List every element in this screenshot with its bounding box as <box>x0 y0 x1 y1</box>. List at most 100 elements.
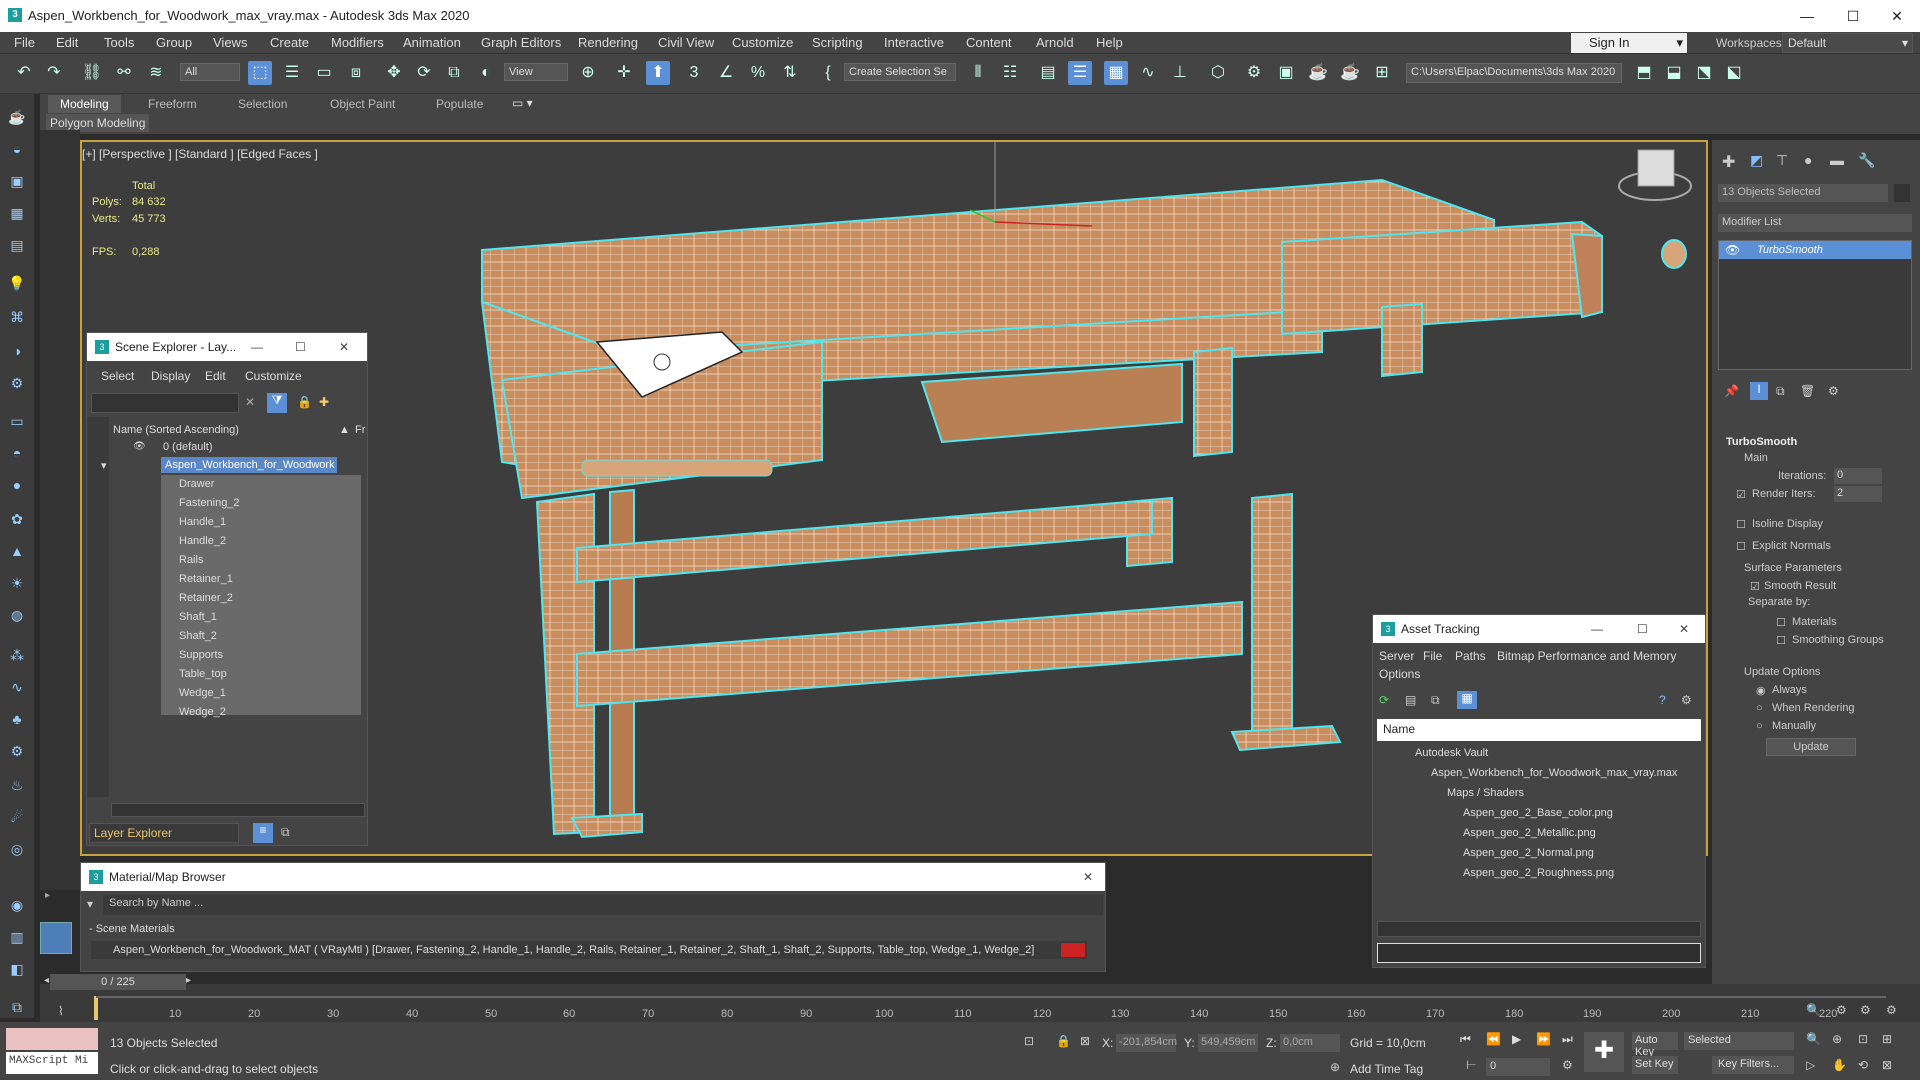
create-system-icon[interactable]: ⚙ <box>6 740 28 762</box>
create-sun-icon[interactable]: ☀ <box>6 572 28 594</box>
bind-space-warp-icon[interactable]: ≋ <box>144 61 168 85</box>
display-tab-icon[interactable]: ▬ <box>1830 152 1844 168</box>
key-mode-toggle-icon[interactable]: ⊢ <box>1466 1058 1476 1072</box>
pin-stack-icon[interactable]: 📌 <box>1724 384 1739 398</box>
minimize-icon[interactable]: — <box>251 333 263 361</box>
create-vray-icon[interactable]: ◎ <box>6 838 28 860</box>
asset-row[interactable]: Aspen_Workbench_for_Woodwork_max_vray.ma… <box>1431 767 1677 779</box>
menu-animation[interactable]: Animation <box>403 35 461 50</box>
frozen-column-header[interactable]: Fr <box>355 424 365 436</box>
utilities-tab-icon[interactable]: 🔧 <box>1858 152 1875 169</box>
menu-modifiers[interactable]: Modifiers <box>331 35 384 50</box>
list-item[interactable]: Shaft_2 <box>179 630 217 642</box>
redo-icon[interactable]: ↷ <box>42 61 66 85</box>
select-by-name-icon[interactable]: ☰ <box>280 61 304 85</box>
menu-help[interactable]: Help <box>1096 35 1123 50</box>
maximize-icon[interactable]: ☐ <box>295 333 306 361</box>
key-selection-dropdown[interactable]: Selected <box>1684 1032 1794 1050</box>
create-grid-icon[interactable]: ▤ <box>6 234 28 256</box>
slider-next-icon[interactable]: ▸ <box>186 975 191 986</box>
menu-file[interactable]: File <box>14 35 35 50</box>
material-row[interactable]: Aspen_Workbench_for_Woodwork_MAT ( VRayM… <box>113 944 1034 956</box>
group-aspen-workbench[interactable]: Aspen_Workbench_for_Woodwork <box>165 459 335 471</box>
edit-named-selection-icon[interactable]: { <box>816 61 840 85</box>
list-item[interactable]: Drawer <box>179 478 214 490</box>
project-create-icon[interactable]: ⬔ <box>1692 61 1716 85</box>
viewport-label[interactable]: [+] [Perspective ] [Standard ] [Edged Fa… <box>82 147 318 161</box>
expand-arrow-icon[interactable]: ▸ <box>45 890 59 904</box>
list-item[interactable]: Fastening_2 <box>179 497 240 509</box>
list-item[interactable]: Handle_2 <box>179 535 226 547</box>
viewport-sphere-icon[interactable]: ◉ <box>6 894 28 916</box>
asset-tracking-titlebar[interactable]: 3 Asset Tracking — ☐ ✕ <box>1373 615 1705 643</box>
list-item[interactable]: Table_top <box>179 668 227 680</box>
current-frame-field[interactable]: 0 <box>1486 1058 1550 1076</box>
create-light-icon[interactable]: 💡 <box>6 272 28 294</box>
slider-prev-icon[interactable]: ◂ <box>44 975 49 986</box>
previous-frame-icon[interactable]: ⏪ <box>1486 1032 1501 1046</box>
close-icon[interactable]: ✕ <box>339 333 349 361</box>
auto-key-button[interactable]: Auto Key <box>1632 1032 1678 1058</box>
manually-radio[interactable]: ○ <box>1756 720 1763 732</box>
asset-name-column-header[interactable]: Name <box>1377 719 1701 741</box>
material-browser-titlebar[interactable]: 3 Material/Map Browser ✕ <box>81 863 1105 891</box>
mirror-icon[interactable]: ⫴ <box>966 61 990 85</box>
close-icon[interactable]: ✕ <box>1679 615 1689 643</box>
remove-modifier-icon[interactable]: 🗑 <box>1800 384 1815 398</box>
rotate-icon[interactable]: ⟳ <box>412 61 436 85</box>
align-icon[interactable]: ☷ <box>998 61 1022 85</box>
list-item[interactable]: Wedge_1 <box>179 687 226 699</box>
create-torus-icon[interactable]: ◓ <box>6 442 28 464</box>
scene-explorer-menu-display[interactable]: Display <box>151 369 190 383</box>
asset-menu-options[interactable]: Options <box>1379 667 1420 681</box>
smooth-result-checkbox[interactable]: ☑ <box>1750 580 1760 593</box>
select-object-icon[interactable]: ⬚ <box>248 61 272 85</box>
link-icon[interactable]: ⛓ <box>80 61 104 85</box>
timeline[interactable] <box>40 984 1920 1024</box>
update-button[interactable]: Update <box>1766 738 1856 756</box>
render-iters-spinner[interactable]: 2 <box>1834 486 1882 502</box>
close-icon[interactable]: ✕ <box>1083 863 1093 891</box>
menu-tools[interactable]: Tools <box>104 35 134 50</box>
pan-icon[interactable]: ✋ <box>1832 1058 1847 1072</box>
add-time-tag[interactable]: Add Time Tag <box>1350 1062 1423 1076</box>
project-set-icon[interactable]: ⬒ <box>1632 61 1656 85</box>
ribbon-toggle-icon[interactable]: ▦ <box>1104 61 1128 85</box>
ribbon-tab-modeling[interactable]: Modeling <box>48 95 121 113</box>
scene-explorer-menu-customize[interactable]: Customize <box>245 369 302 383</box>
layers-icon[interactable]: ≡ <box>253 823 273 843</box>
refresh-icon[interactable]: ⟳ <box>1379 693 1389 707</box>
close-button[interactable]: ✕ <box>1874 0 1920 32</box>
collapse-arrow-icon[interactable]: ▾ <box>101 459 107 472</box>
minimize-button[interactable]: — <box>1784 0 1830 32</box>
asset-menu-server[interactable]: Server <box>1379 649 1414 663</box>
render-setup-icon[interactable]: ⚙ <box>1242 61 1266 85</box>
track-bar[interactable] <box>96 996 1886 998</box>
viewport-nav-icon[interactable]: ◧ <box>6 958 28 980</box>
create-spacewarp-icon[interactable]: ⚙ <box>6 372 28 394</box>
render-iters-checkbox[interactable]: ☑ <box>1736 488 1746 501</box>
viewport-config-icon[interactable]: ⧉ <box>6 996 28 1018</box>
list-item[interactable]: Retainer_2 <box>179 592 233 604</box>
field-of-view-icon[interactable]: ▷ <box>1806 1058 1815 1072</box>
asset-menu-paths[interactable]: Paths <box>1455 649 1486 663</box>
viewport-layout-icon[interactable]: ▥ <box>6 926 28 948</box>
create-cone-icon[interactable]: ▲ <box>6 540 28 562</box>
list-item[interactable]: Rails <box>179 554 203 566</box>
list-view-icon[interactable]: ▤ <box>1405 693 1416 707</box>
create-tab-icon[interactable]: ✚ <box>1722 152 1735 172</box>
horizontal-scrollbar[interactable] <box>111 803 365 817</box>
eye-icon[interactable]: 👁 <box>133 441 146 452</box>
next-frame-icon[interactable]: ⏩ <box>1536 1032 1551 1046</box>
list-item[interactable]: Supports <box>179 649 223 661</box>
create-hair-icon[interactable]: ☄ <box>6 806 28 828</box>
horizontal-scrollbar[interactable] <box>1377 921 1701 937</box>
spinner-snap-icon[interactable]: ⇅ <box>778 61 802 85</box>
play-icon[interactable]: ▶ <box>1512 1032 1521 1046</box>
name-column-header[interactable]: Name (Sorted Ascending) <box>113 424 239 436</box>
maxscript-listener-top[interactable] <box>6 1028 98 1050</box>
ribbon-tab-freeform[interactable]: Freeform <box>136 95 209 113</box>
time-slider[interactable]: 0 / 225 <box>50 974 186 990</box>
y-coord-field[interactable]: 549,459cm <box>1198 1034 1258 1052</box>
configure-modifier-sets-icon[interactable]: ⚙ <box>1828 384 1839 398</box>
